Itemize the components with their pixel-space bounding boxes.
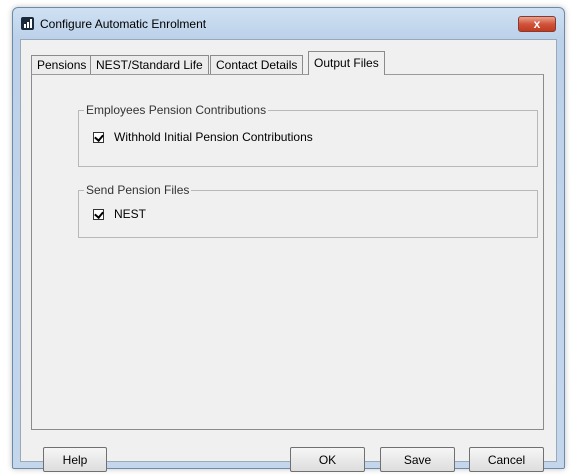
- window-title: Configure Automatic Enrolment: [40, 17, 207, 31]
- output-files-panel: Employees Pension Contributions Withhold…: [31, 74, 544, 430]
- save-button[interactable]: Save: [380, 447, 455, 472]
- tab-pensions[interactable]: Pensions: [31, 55, 93, 74]
- nest-label: NEST: [114, 207, 147, 221]
- withhold-contributions-option[interactable]: Withhold Initial Pension Contributions: [93, 130, 313, 144]
- cancel-button[interactable]: Cancel: [469, 447, 544, 472]
- tab-output-files[interactable]: Output Files: [308, 51, 385, 75]
- group-legend: Employees Pension Contributions: [84, 103, 269, 117]
- nest-checkbox[interactable]: [93, 208, 104, 220]
- send-pension-files-group: Send Pension Files NEST: [78, 183, 538, 238]
- app-icon: [21, 17, 34, 30]
- group-legend: Send Pension Files: [84, 183, 192, 197]
- dialog-client-area: Pensions NEST/Standard Life Contact Deta…: [20, 39, 557, 472]
- tab-contact-details[interactable]: Contact Details: [210, 55, 304, 74]
- withhold-contributions-label: Withhold Initial Pension Contributions: [114, 130, 313, 144]
- employees-pension-contributions-group: Employees Pension Contributions Withhold…: [78, 103, 538, 167]
- nest-option[interactable]: NEST: [93, 207, 146, 221]
- ok-button[interactable]: OK: [290, 447, 365, 472]
- help-button[interactable]: Help: [43, 447, 107, 472]
- close-icon: x: [533, 17, 541, 31]
- title-bar[interactable]: Configure Automatic Enrolment x: [13, 8, 564, 38]
- dialog-window: Configure Automatic Enrolment x Pensions…: [12, 7, 565, 472]
- close-button[interactable]: x: [518, 16, 556, 32]
- withhold-contributions-checkbox[interactable]: [93, 131, 104, 143]
- tab-nest-standard-life[interactable]: NEST/Standard Life: [90, 55, 209, 74]
